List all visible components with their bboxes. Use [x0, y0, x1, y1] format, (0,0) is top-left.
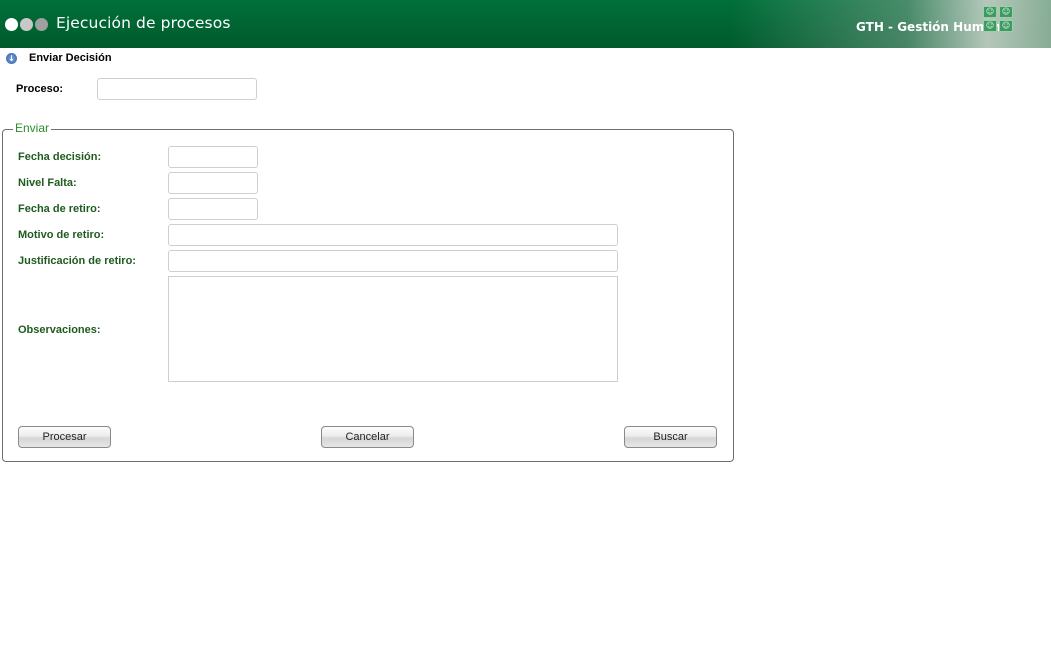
motivo-retiro-label: Motivo de retiro: [18, 229, 105, 241]
observaciones-label: Observaciones: [18, 324, 101, 336]
people-grid-icon: ☺ ☺ ☺ ☺ [983, 6, 1013, 32]
section-title: Enviar Decisión [29, 52, 112, 64]
cancelar-button[interactable]: Cancelar [321, 426, 414, 448]
procesar-button[interactable]: Procesar [18, 426, 111, 448]
section-header: ↓ Enviar Decisión [6, 52, 112, 64]
dot-icon [20, 18, 33, 31]
window-dots [5, 18, 48, 31]
fecha-decision-label: Fecha decisión: [18, 151, 102, 163]
fecha-retiro-input[interactable] [168, 198, 258, 220]
motivo-retiro-input[interactable] [168, 224, 618, 246]
person-icon: ☺ [983, 6, 997, 18]
app-header: Ejecución de procesos GTH - Gestión Huma… [0, 0, 1051, 48]
dot-icon [35, 18, 48, 31]
fecha-decision-input[interactable] [168, 146, 258, 168]
person-icon: ☺ [999, 6, 1013, 18]
nivel-falta-input[interactable] [168, 172, 258, 194]
dot-icon [5, 18, 18, 31]
justificacion-retiro-label: Justificación de retiro: [18, 255, 136, 267]
download-arrow-icon: ↓ [6, 52, 17, 64]
enviar-legend: Enviar [13, 121, 52, 135]
buscar-button[interactable]: Buscar [624, 426, 717, 448]
proceso-input[interactable] [97, 78, 257, 100]
person-icon: ☺ [983, 20, 997, 32]
person-icon: ☺ [999, 20, 1013, 32]
page-title: Ejecución de procesos [56, 14, 231, 32]
fecha-retiro-label: Fecha de retiro: [18, 203, 101, 215]
proceso-label: Proceso: [16, 83, 64, 95]
nivel-falta-label: Nivel Falta: [18, 177, 77, 189]
justificacion-retiro-input[interactable] [168, 250, 618, 272]
observaciones-textarea[interactable] [168, 276, 618, 382]
